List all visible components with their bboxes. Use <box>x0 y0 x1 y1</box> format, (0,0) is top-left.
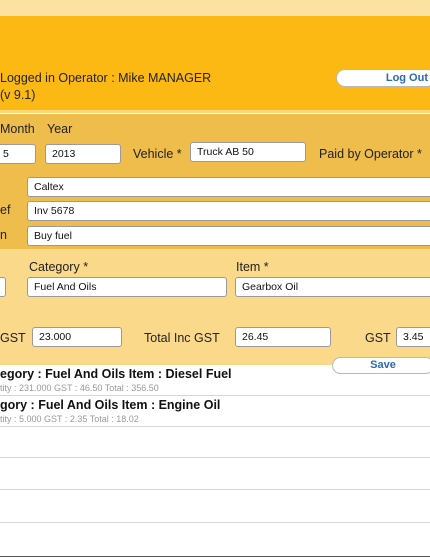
ex-gst-label: GST <box>0 331 26 345</box>
year-input[interactable]: 2013 <box>45 144 121 164</box>
category-select[interactable]: Fuel And Oils <box>27 277 227 297</box>
list-item[interactable]: gory : Fuel And Oils Item : Engine Oil t… <box>0 396 430 427</box>
description-label: n <box>0 228 7 242</box>
entry-detail: tity : 231.000 GST : 46.50 Total : 356.5… <box>0 383 159 393</box>
month-label: Month <box>0 122 35 136</box>
month-input[interactable]: 5 <box>0 144 36 164</box>
entry-title: egory : Fuel And Oils Item : Diesel Fuel <box>0 367 232 381</box>
clipped-field[interactable] <box>0 277 6 297</box>
list-item[interactable]: egory : Fuel And Oils Item : Diesel Fuel… <box>0 365 430 396</box>
category-label: Category * <box>29 260 89 274</box>
bottom-divider <box>0 556 430 557</box>
gst-input[interactable]: 3.45 <box>396 327 430 347</box>
empty-row <box>0 458 430 490</box>
item-label: Item * <box>236 260 269 274</box>
gst-label: GST <box>365 331 391 345</box>
supplier-input[interactable]: Caltex <box>27 177 430 197</box>
app-version: (v 9.1) <box>0 88 36 102</box>
empty-row <box>0 427 430 458</box>
total-inc-gst-input[interactable]: 26.45 <box>235 327 331 347</box>
header-bar: Logged in Operator : Mike MANAGER (v 9.1… <box>0 16 430 110</box>
vehicle-label: Vehicle * <box>133 147 182 161</box>
logged-in-operator: Logged in Operator : Mike MANAGER <box>0 71 212 85</box>
top-strip <box>0 0 430 16</box>
year-label: Year <box>47 122 73 136</box>
vehicle-input[interactable]: Truck AB 50 <box>190 142 306 162</box>
ex-gst-input[interactable]: 23.000 <box>32 327 122 347</box>
entry-title: gory : Fuel And Oils Item : Engine Oil <box>0 398 221 412</box>
total-inc-gst-label: Total Inc GST <box>144 331 220 345</box>
paid-by-operator-label: Paid by Operator * <box>319 147 422 161</box>
reference-input[interactable]: Inv 5678 <box>27 201 430 221</box>
logout-button[interactable]: Log Out <box>336 69 430 87</box>
entry-detail: tity : 5.000 GST : 2.35 Total : 18.02 <box>0 414 139 424</box>
description-input[interactable]: Buy fuel <box>27 226 430 246</box>
item-select[interactable]: Gearbox Oil <box>235 277 430 297</box>
divider <box>0 110 430 113</box>
empty-row <box>0 490 430 523</box>
reference-label: ef <box>0 203 11 217</box>
